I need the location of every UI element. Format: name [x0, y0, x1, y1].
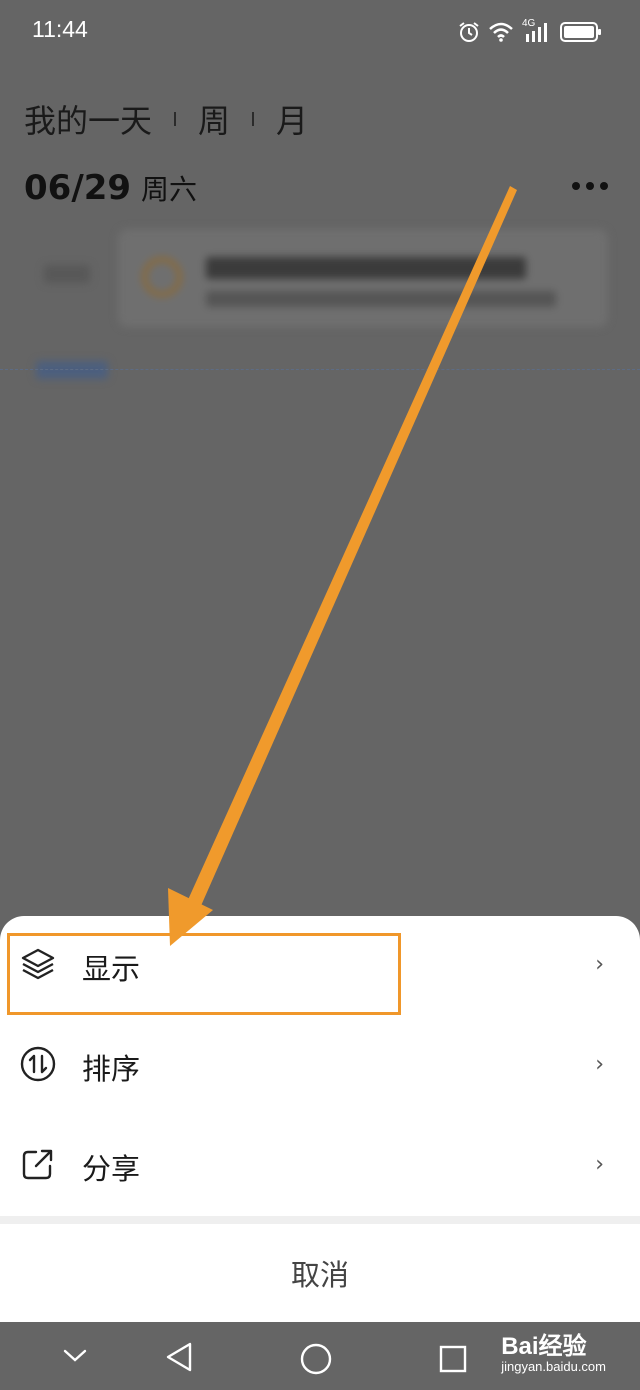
nav-back-icon[interactable]: [164, 1340, 194, 1374]
watermark-url: jingyan.baidu.com: [501, 1359, 606, 1374]
nav-home-icon[interactable]: [299, 1342, 333, 1376]
arrow-annotation: [168, 186, 517, 946]
nav-recents-icon[interactable]: [438, 1344, 468, 1374]
baidu-watermark: Bai经验 jingyan.baidu.com: [501, 1326, 606, 1374]
watermark-brand: Bai经验: [501, 1333, 587, 1360]
nav-collapse-icon[interactable]: [62, 1346, 88, 1366]
